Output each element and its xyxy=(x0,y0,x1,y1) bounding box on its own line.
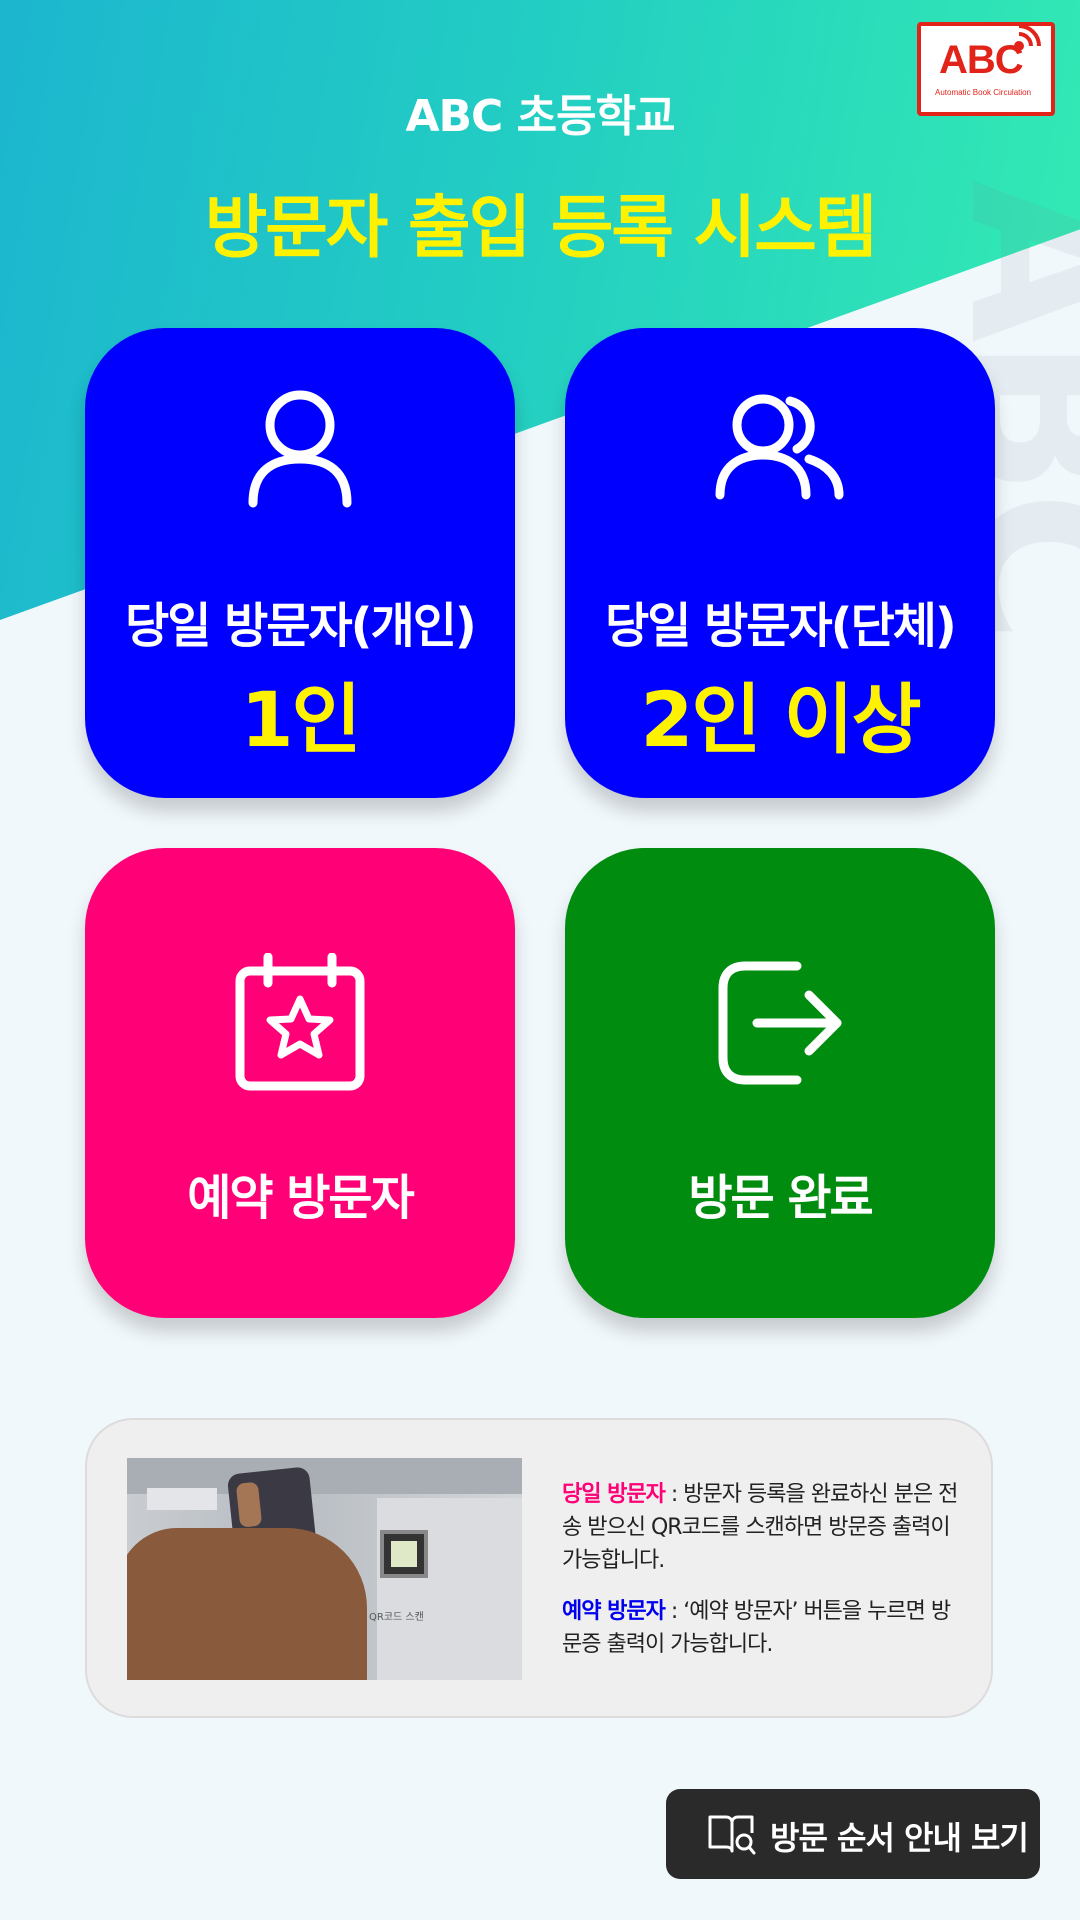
system-title: 방문자 출입 등록 시스템 xyxy=(204,189,878,268)
person-icon xyxy=(248,390,352,508)
book-search-icon xyxy=(708,1815,756,1855)
qr-scanner xyxy=(380,1530,428,1578)
guide-button-label: 방문 순서 안내 보기 xyxy=(770,1819,1029,1857)
signal-waves-icon xyxy=(1014,24,1041,51)
visit-complete-button[interactable]: 방문 완료 xyxy=(565,848,995,1318)
tile-label: 당일 방문자(개인) xyxy=(125,598,477,654)
qr-caption: QR코드 스캔 xyxy=(369,1612,424,1623)
reserved-visitor-button[interactable]: 예약 방문자 xyxy=(85,848,515,1318)
calendar-star-icon xyxy=(235,953,365,1091)
exit-icon xyxy=(718,961,842,1085)
visit-guide-button[interactable]: 방문 순서 안내 보기 xyxy=(666,1789,1040,1879)
info-text: 당일 방문자 : 방문자 등록을 완료하신 분은 전송 받으신 QR코드를 스캔… xyxy=(562,1478,967,1679)
reserved-key: 예약 방문자 xyxy=(562,1599,666,1624)
school-name: ABC 초등학교 xyxy=(405,91,675,142)
group-visitor-button[interactable]: 당일 방문자(단체) 2인 이상 xyxy=(565,328,995,798)
info-panel: QR코드 스캔 당일 방문자 : 방문자 등록을 완료하신 분은 전송 받으신 … xyxy=(85,1418,993,1718)
group-icon xyxy=(715,394,844,500)
same-day-info: 당일 방문자 : 방문자 등록을 완료하신 분은 전송 받으신 QR코드를 스캔… xyxy=(562,1478,967,1577)
tile-label: 방문 완료 xyxy=(688,1170,873,1226)
qr-scan-photo: QR코드 스캔 xyxy=(127,1458,522,1680)
reserved-info: 예약 방문자 : ‘예약 방문자’ 버튼을 누르면 방문증 출력이 가능합니다. xyxy=(562,1595,967,1661)
tile-count: 2인 이상 xyxy=(640,675,921,764)
individual-visitor-button[interactable]: 당일 방문자(개인) 1인 xyxy=(85,328,515,798)
tile-label: 예약 방문자 xyxy=(187,1170,415,1226)
tile-count: 1인 xyxy=(240,675,362,764)
same-day-key: 당일 방문자 xyxy=(562,1482,666,1507)
tile-label: 당일 방문자(단체) xyxy=(605,598,957,654)
hand xyxy=(127,1528,367,1680)
